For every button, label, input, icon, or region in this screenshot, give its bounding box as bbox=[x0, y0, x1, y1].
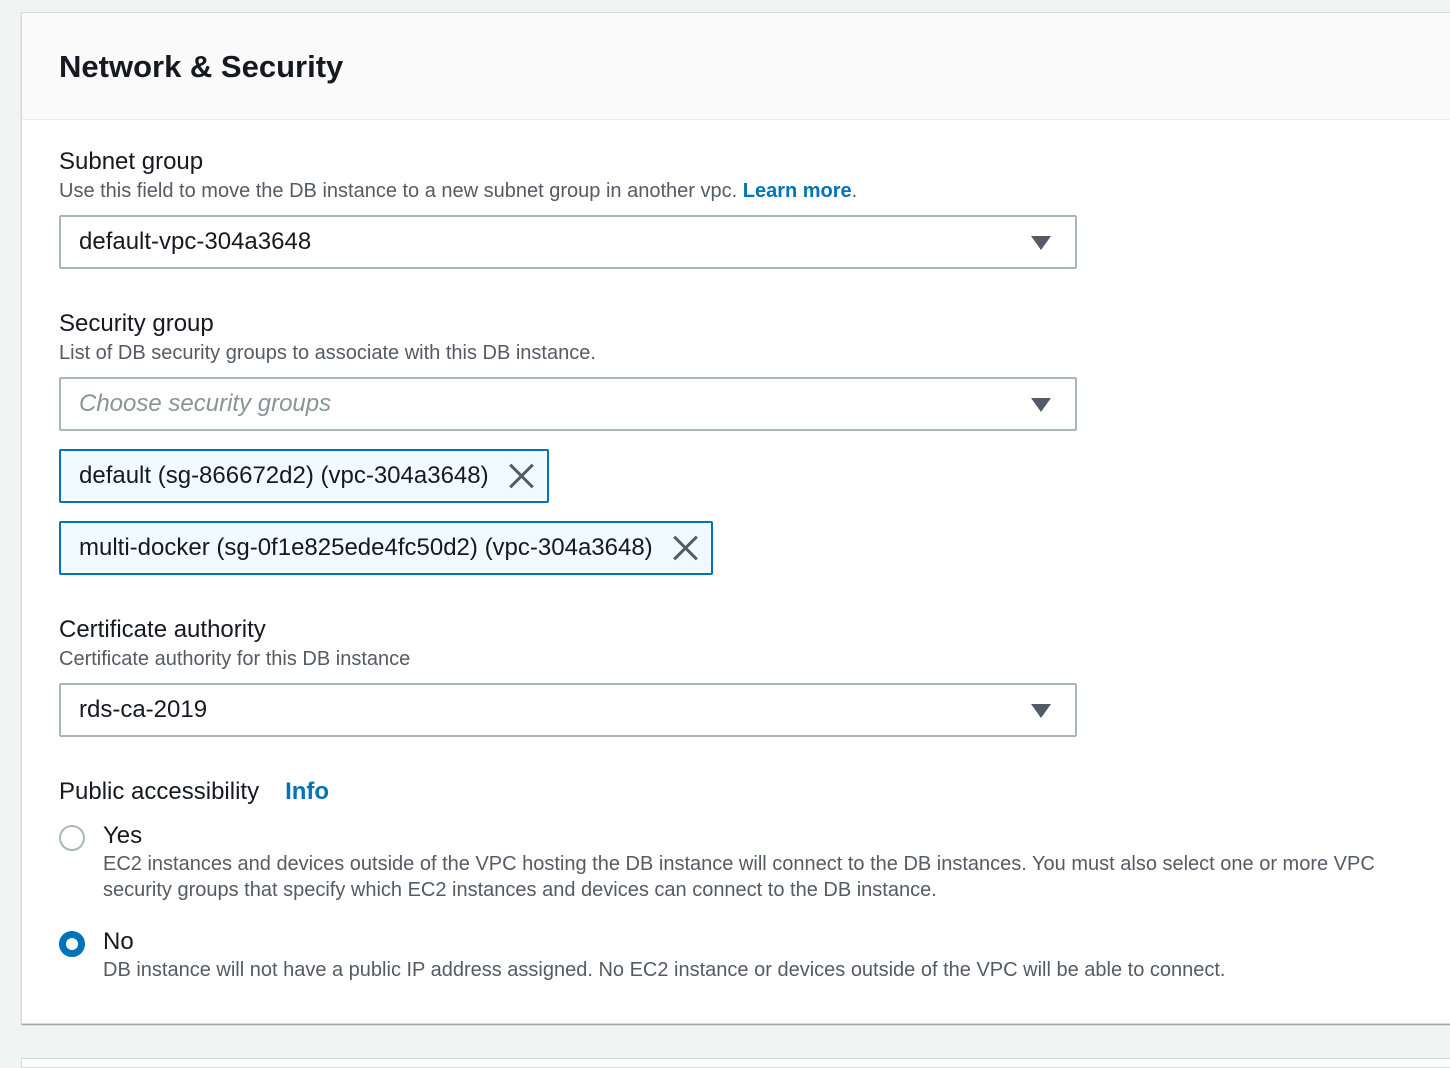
panel-title: Network & Security bbox=[59, 49, 344, 84]
subnet-group-label: Subnet group bbox=[59, 148, 204, 175]
radio-no-label: No bbox=[103, 928, 134, 955]
security-group-placeholder: Choose security groups bbox=[79, 390, 332, 417]
certificate-authority-description: Certificate authority for this DB instan… bbox=[59, 648, 411, 670]
radio-yes-label: Yes bbox=[103, 822, 143, 849]
certificate-authority-value: rds-ca-2019 bbox=[79, 696, 208, 723]
certificate-authority-select[interactable]: rds-ca-2019 bbox=[59, 683, 1077, 737]
close-icon[interactable] bbox=[507, 462, 535, 490]
radio-no-text: No DB instance will not have a public IP… bbox=[103, 927, 1403, 983]
subnet-group-select[interactable]: default-vpc-304a3648 bbox=[59, 215, 1077, 269]
radio-yes-description: EC2 instances and devices outside of the… bbox=[103, 853, 1375, 901]
token-row: multi-docker (sg-0f1e825ede4fc50d2) (vpc… bbox=[59, 503, 1077, 575]
radio-no-description: DB instance will not have a public IP ad… bbox=[103, 959, 1226, 981]
certificate-authority-label: Certificate authority bbox=[59, 616, 266, 643]
security-group-description: List of DB security groups to associate … bbox=[59, 342, 596, 364]
security-group-label: Security group bbox=[59, 310, 214, 337]
security-group-field: Security group List of DB security group… bbox=[59, 309, 1077, 575]
subnet-group-description-period: . bbox=[851, 180, 858, 202]
security-group-select[interactable]: Choose security groups bbox=[59, 377, 1077, 431]
subnet-group-description: Use this field to move the DB instance t… bbox=[59, 178, 1077, 204]
radio-option-yes[interactable]: Yes EC2 instances and devices outside of… bbox=[59, 821, 1403, 903]
token-label: multi-docker (sg-0f1e825ede4fc50d2) (vpc… bbox=[79, 534, 653, 561]
radio-yes[interactable] bbox=[59, 825, 85, 851]
public-accessibility-label: Public accessibility Info bbox=[59, 777, 329, 807]
radio-yes-text: Yes EC2 instances and devices outside of… bbox=[103, 821, 1403, 903]
public-accessibility-label-text: Public accessibility bbox=[59, 778, 260, 805]
panel-header: Network & Security bbox=[22, 13, 1450, 120]
security-group-token: multi-docker (sg-0f1e825ede4fc50d2) (vpc… bbox=[59, 521, 713, 575]
subnet-group-value: default-vpc-304a3648 bbox=[79, 228, 312, 255]
certificate-authority-field: Certificate authority Certificate author… bbox=[59, 615, 1077, 737]
subnet-group-description-text: Use this field to move the DB instance t… bbox=[59, 180, 738, 202]
token-row: default (sg-866672d2) (vpc-304a3648) bbox=[59, 431, 1077, 503]
caret-down-icon bbox=[1031, 704, 1051, 718]
token-label: default (sg-866672d2) (vpc-304a3648) bbox=[79, 462, 489, 489]
subnet-group-field: Subnet group Use this field to move the … bbox=[59, 147, 1077, 269]
radio-no[interactable] bbox=[59, 931, 85, 957]
learn-more-link[interactable]: Learn more bbox=[743, 180, 852, 202]
info-link[interactable]: Info bbox=[285, 778, 329, 805]
next-panel-edge bbox=[21, 1058, 1450, 1068]
radio-option-no[interactable]: No DB instance will not have a public IP… bbox=[59, 927, 1403, 983]
close-icon[interactable] bbox=[671, 534, 699, 562]
caret-down-icon bbox=[1031, 236, 1051, 250]
caret-down-icon bbox=[1031, 398, 1051, 412]
network-security-panel: Network & Security Subnet group Use this… bbox=[21, 12, 1450, 1024]
public-accessibility-field: Public accessibility Info bbox=[59, 777, 329, 807]
security-group-token: default (sg-866672d2) (vpc-304a3648) bbox=[59, 449, 549, 503]
